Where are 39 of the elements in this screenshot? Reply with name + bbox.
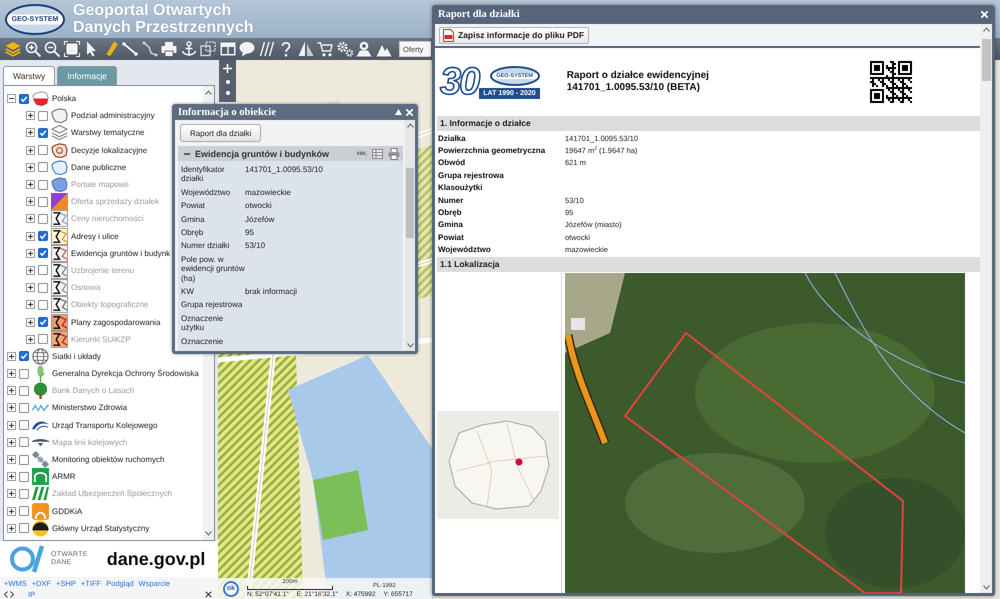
- attribute-label: Identyfikator działki: [181, 165, 226, 184]
- attribute-label: Pole pow. w ewidencji gruntów (ha): [181, 254, 245, 284]
- attribute-value: otwocki: [245, 201, 273, 211]
- report-heading-line: 141701_1.0095.53/10 (BETA): [566, 82, 701, 94]
- field-label: Działka: [438, 134, 467, 143]
- portal-domain: dane.gov.pl: [106, 548, 206, 570]
- window-title: Raport dla działki: [438, 9, 521, 20]
- field-label: Obwód: [438, 158, 466, 168]
- section-header: 1. Informacje o działce: [437, 116, 980, 131]
- app-title-line: Danych Przestrzennych: [73, 19, 254, 36]
- attribute-value: Józefów: [245, 214, 276, 224]
- field-label: Grupa rejestrowa: [438, 170, 505, 180]
- field-label: Gmina: [438, 220, 464, 230]
- attribute-label: KW: [181, 287, 195, 296]
- attribute-value: 53/10: [245, 241, 266, 251]
- section-title: Ewidencja gruntów i budynków: [195, 148, 330, 158]
- attribute-value: mazowieckie: [245, 188, 292, 198]
- attribute-value: brak informacji: [245, 287, 298, 296]
- report-heading-line: Raport o działce ewidencyjnej: [566, 70, 709, 82]
- attribute-label: Oznaczenie użytku: [181, 314, 224, 333]
- attribute-label: Numer działki: [181, 241, 230, 251]
- attribute-value: 141701_1.0095.53/10: [245, 165, 324, 176]
- section-header: 1.1 Lokalizacja: [437, 256, 980, 272]
- field-label: Obręb: [438, 208, 463, 218]
- field-label: Województwo: [438, 245, 492, 254]
- app-title-line: Geoportal Otwartych: [73, 2, 232, 19]
- attribute-label: Oznaczenie: [181, 336, 224, 346]
- anniversary-number: 30: [440, 63, 478, 101]
- field-label: Numer: [438, 196, 464, 205]
- field-label: Klasoużytki: [438, 183, 484, 192]
- window-title: Informacja o obiekcie: [178, 106, 277, 118]
- attribute-label: Województwo: [181, 188, 232, 198]
- attribute-value: 95: [245, 228, 255, 238]
- attribute-label: Gmina: [181, 214, 206, 224]
- attribute-label: Grupa rejestrowa: [181, 300, 244, 310]
- field-label: Powierzchnia geometryczna: [438, 146, 546, 156]
- attribute-label: Obręb: [181, 228, 204, 238]
- attribute-label: Powiat: [181, 201, 206, 211]
- field-label: Powiat: [438, 232, 465, 242]
